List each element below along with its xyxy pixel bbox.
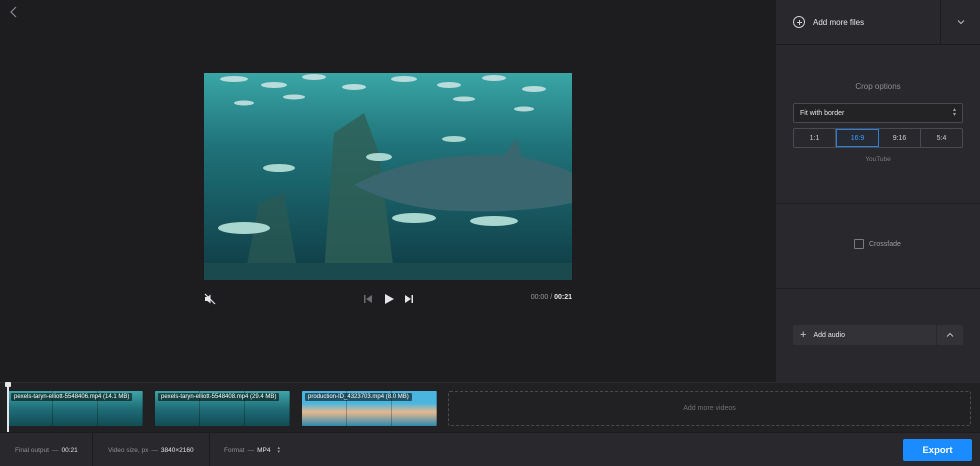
underwater-frame-image: [204, 73, 572, 280]
dash: —: [247, 446, 255, 454]
add-audio-label: Add audio: [813, 331, 845, 339]
video-size-label: Video size, px: [108, 446, 149, 454]
skip-next-button[interactable]: [403, 292, 415, 306]
settings-panel: Add more files Crop options Fit with bor…: [776, 0, 980, 382]
total-time: 00:21: [554, 294, 572, 301]
crossfade-checkbox[interactable]: Crossfade: [854, 239, 901, 249]
play-button[interactable]: [382, 292, 396, 306]
plus-circle-icon: [793, 16, 805, 28]
current-time: 00:00: [530, 294, 549, 301]
timeline-clip[interactable]: pexels-taryn-elliott-5548408.mp4 (29.4 M…: [155, 391, 290, 426]
timeline-clip[interactable]: pexels-taryn-elliott-5548406.mp4 (14.1 M…: [8, 391, 143, 426]
section-divider: [776, 288, 980, 289]
add-audio-button[interactable]: + Add audio: [793, 325, 936, 345]
time-separator: /: [550, 294, 553, 301]
skip-previous-icon: [364, 295, 372, 303]
final-output-value: 00:21: [61, 446, 78, 454]
plus-icon: +: [800, 329, 807, 341]
clip-label: pexels-taryn-elliott-5548406.mp4 (14.1 M…: [11, 393, 133, 401]
crossfade-label: Crossfade: [869, 240, 901, 248]
export-button[interactable]: Export: [903, 439, 972, 461]
format-value: MP4: [257, 446, 271, 454]
skip-next-icon: [405, 295, 413, 303]
select-arrows-icon: ▴ ▾: [277, 445, 280, 455]
video-size-stat: Video size, px — 3840×2160: [108, 433, 194, 466]
format-label: Format: [224, 446, 245, 454]
add-more-files-label: Add more files: [813, 17, 865, 27]
clip-label: pexels-taryn-elliott-5548408.mp4 (29.4 M…: [158, 393, 280, 401]
play-icon: [385, 294, 394, 304]
crop-options-title: Crop options: [855, 82, 901, 91]
back-button[interactable]: [6, 4, 22, 20]
volume-muted-icon: [204, 293, 216, 305]
bottom-bar: Final output — 00:21 Video size, px — 38…: [0, 432, 980, 466]
dash: —: [51, 446, 59, 454]
player-controls: 00:00 / 00:21: [204, 290, 572, 308]
ratio-hint: YouTube: [865, 156, 891, 163]
checkbox-icon: [854, 239, 864, 249]
preview-area: 00:00 / 00:21: [0, 0, 776, 382]
chevron-left-icon: [10, 6, 17, 18]
final-output-stat: Final output — 00:21: [15, 433, 78, 466]
section-divider: [776, 203, 980, 204]
chevron-up-icon: [946, 332, 954, 337]
mute-button[interactable]: [204, 292, 216, 306]
timeline-clip[interactable]: production-ID_4323703.mp4 (8.0 MB): [302, 391, 437, 426]
crop-mode-value: Fit with border: [800, 109, 845, 117]
ratio-5-4[interactable]: 5:4: [921, 129, 962, 147]
files-dropdown-toggle[interactable]: [940, 0, 980, 45]
timeline: pexels-taryn-elliott-5548406.mp4 (14.1 M…: [0, 382, 980, 433]
format-select[interactable]: Format — MP4 ▴ ▾: [224, 433, 280, 466]
ratio-1-1[interactable]: 1:1: [794, 129, 836, 147]
dash: —: [151, 446, 158, 454]
crop-mode-select[interactable]: Fit with border ▴ ▾: [793, 103, 963, 123]
add-more-files-button[interactable]: Add more files: [776, 0, 940, 45]
audio-dropdown-toggle[interactable]: [937, 325, 963, 345]
playhead[interactable]: [5, 382, 11, 433]
chevron-down-icon: [957, 20, 964, 25]
ratio-16-9[interactable]: 16:9: [836, 129, 879, 147]
playback-time: 00:00 / 00:21: [531, 294, 572, 301]
video-merger-app: 00:00 / 00:21 Add more files Crop option…: [0, 0, 980, 466]
clip-label: production-ID_4323703.mp4 (8.0 MB): [305, 393, 412, 401]
clip-divider: [145, 391, 151, 426]
ratio-9-16[interactable]: 9:16: [879, 129, 921, 147]
select-arrows-icon: ▴ ▾: [952, 107, 956, 118]
video-size-value: 3840×2160: [160, 446, 194, 454]
stat-divider: [92, 433, 93, 466]
add-more-videos-dropzone[interactable]: Add more videos: [448, 391, 971, 426]
stat-divider: [209, 433, 210, 466]
video-preview[interactable]: [204, 73, 572, 280]
final-output-label: Final output: [15, 446, 49, 454]
clip-divider: [292, 391, 298, 426]
skip-previous-button[interactable]: [362, 292, 374, 306]
aspect-ratio-group: 1:1 16:9 9:16 5:4: [793, 128, 963, 148]
